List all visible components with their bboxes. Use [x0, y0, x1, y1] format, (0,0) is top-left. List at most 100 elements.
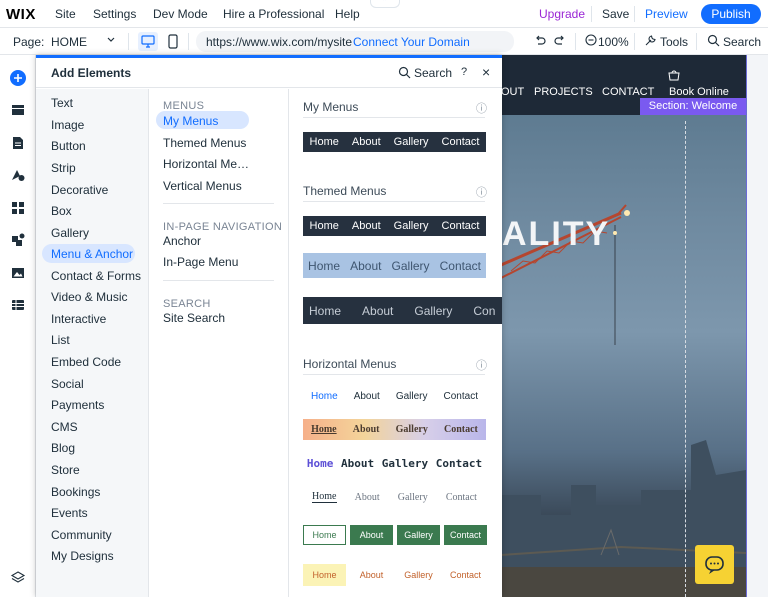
panel-header: Add Elements Search ? × [36, 58, 502, 88]
close-icon[interactable]: × [482, 64, 490, 80]
menu-preview-themed-light[interactable]: Home About Gallery Contact [303, 253, 486, 278]
category-store[interactable]: Store [51, 463, 80, 477]
category-social[interactable]: Social [51, 377, 84, 391]
category-cms[interactable]: CMS [51, 420, 78, 434]
cart-icon[interactable] [667, 69, 681, 81]
apps-icon[interactable] [10, 200, 26, 216]
wix-logo[interactable]: WIX [6, 6, 36, 23]
tools-button[interactable]: Tools [660, 35, 688, 49]
category-list[interactable]: List [51, 333, 70, 347]
site-nav-contact[interactable]: CONTACT [602, 86, 654, 98]
subsection-my-menus[interactable]: My Menus [163, 114, 218, 128]
menu-hire-professional[interactable]: Hire a Professional [223, 7, 324, 21]
section-label[interactable]: Section: Welcome [640, 98, 746, 115]
divider [696, 33, 697, 50]
mobile-view-button[interactable] [166, 32, 180, 51]
menu-preview-green-about[interactable]: About [350, 525, 393, 545]
upgrade-button[interactable]: Upgrade [539, 7, 585, 21]
pages-icon[interactable] [10, 135, 26, 151]
search-button[interactable]: Search [723, 35, 761, 49]
menu-preview-themed-wide[interactable]: Home About Gallery Con [303, 297, 502, 324]
redo-icon[interactable] [553, 34, 567, 51]
category-button[interactable]: Button [51, 139, 86, 153]
subsection-vertical-menus[interactable]: Vertical Menus [163, 179, 242, 193]
menu-settings[interactable]: Settings [93, 7, 136, 21]
layers-icon[interactable] [10, 570, 26, 586]
category-interactive[interactable]: Interactive [51, 312, 106, 326]
info-icon[interactable]: ⓘ [476, 184, 487, 200]
tools-icon[interactable] [644, 34, 657, 50]
category-bookings[interactable]: Bookings [51, 485, 100, 499]
media-icon[interactable] [10, 265, 26, 281]
category-text[interactable]: Text [51, 96, 73, 110]
menu-preview-horizontal-basic[interactable]: Home About Gallery Contact [303, 387, 486, 405]
menu-preview-my-menu[interactable]: Home About Gallery Contact [303, 132, 486, 152]
menu-preview-green-contact[interactable]: Contact [444, 525, 487, 545]
subsection-site-search[interactable]: Site Search [163, 311, 225, 325]
menu-preview-green-home[interactable]: Home [303, 525, 346, 545]
collapse-topbar-button[interactable]: ⌃ [370, 0, 400, 8]
undo-icon[interactable] [533, 34, 547, 51]
category-box[interactable]: Box [51, 204, 72, 218]
desktop-view-button[interactable] [138, 32, 158, 51]
info-icon[interactable]: ⓘ [476, 100, 487, 116]
menu-preview-themed-dark[interactable]: Home About Gallery Contact [303, 216, 486, 236]
search-icon[interactable] [707, 34, 720, 50]
menu-preview-warm-gallery[interactable]: Gallery [397, 564, 440, 586]
subsection-themed-menus[interactable]: Themed Menus [163, 136, 246, 150]
menu-preview-horizontal-gradient[interactable]: Home About Gallery Contact [303, 419, 486, 440]
site-nav-projects[interactable]: PROJECTS [534, 86, 593, 98]
zoom-out-icon[interactable] [585, 34, 597, 49]
category-community[interactable]: Community [51, 528, 112, 542]
category-contact-forms[interactable]: Contact & Forms [51, 269, 141, 283]
category-events[interactable]: Events [51, 506, 88, 520]
search-icon[interactable] [398, 66, 411, 82]
divider [303, 201, 485, 202]
menu-preview-horizontal-bold[interactable]: Home About Gallery Contact [303, 453, 486, 473]
preview-button[interactable]: Preview [645, 7, 688, 21]
menu-preview-warm-about[interactable]: About [350, 564, 393, 586]
cms-icon[interactable] [10, 297, 26, 313]
info-icon[interactable]: ⓘ [476, 357, 487, 373]
category-decorative[interactable]: Decorative [51, 183, 108, 197]
chevron-down-icon[interactable] [106, 33, 116, 50]
menu-dev-mode[interactable]: Dev Mode [153, 7, 208, 21]
add-elements-icon[interactable] [10, 70, 26, 86]
save-button[interactable]: Save [602, 7, 629, 21]
sections-icon[interactable] [10, 102, 26, 118]
category-strip[interactable]: Strip [51, 161, 76, 175]
subsection-horizontal-menus[interactable]: Horizontal Me… [163, 157, 249, 171]
publish-button[interactable]: Publish [701, 4, 761, 24]
menu-item: Gallery [393, 220, 429, 232]
zoom-level[interactable]: 100% [598, 35, 629, 49]
category-payments[interactable]: Payments [51, 398, 104, 412]
category-menu-anchor[interactable]: Menu & Anchor [51, 247, 133, 261]
subsection-in-page-menu[interactable]: In-Page Menu [163, 255, 238, 269]
editor-canvas[interactable]: ALITY OUT PROJECTS CONTACT Book Online S… [501, 55, 768, 597]
gridline-guide [685, 121, 686, 597]
site-nav-book-online[interactable]: Book Online [669, 86, 729, 98]
menu-preview-horizontal-serif[interactable]: Home About Gallery Contact [303, 487, 486, 507]
menu-help[interactable]: Help [335, 7, 360, 21]
chat-button[interactable] [695, 545, 734, 584]
page-select[interactable]: HOME [51, 35, 87, 49]
subsection-anchor[interactable]: Anchor [163, 234, 201, 248]
site-nav-about[interactable]: OUT [501, 86, 524, 98]
category-image[interactable]: Image [51, 118, 84, 132]
menu-preview-warm-contact[interactable]: Contact [444, 564, 487, 586]
menu-preview-warm-home[interactable]: Home [303, 564, 346, 586]
hero-heading[interactable]: ALITY [502, 215, 610, 254]
url-bar[interactable]: https://www.wix.com/mysite Connect Your … [196, 31, 514, 52]
design-icon[interactable] [10, 167, 26, 183]
category-blog[interactable]: Blog [51, 441, 75, 455]
menu-preview-green-gallery[interactable]: Gallery [397, 525, 440, 545]
category-embed-code[interactable]: Embed Code [51, 355, 121, 369]
menu-site[interactable]: Site [55, 7, 76, 21]
category-gallery[interactable]: Gallery [51, 226, 89, 240]
panel-search-button[interactable]: Search [414, 66, 452, 80]
help-icon[interactable]: ? [461, 66, 467, 78]
business-icon[interactable] [10, 232, 26, 248]
connect-domain-link[interactable]: Connect Your Domain [353, 35, 470, 49]
category-video-music[interactable]: Video & Music [51, 290, 127, 304]
category-my-designs[interactable]: My Designs [51, 549, 114, 563]
